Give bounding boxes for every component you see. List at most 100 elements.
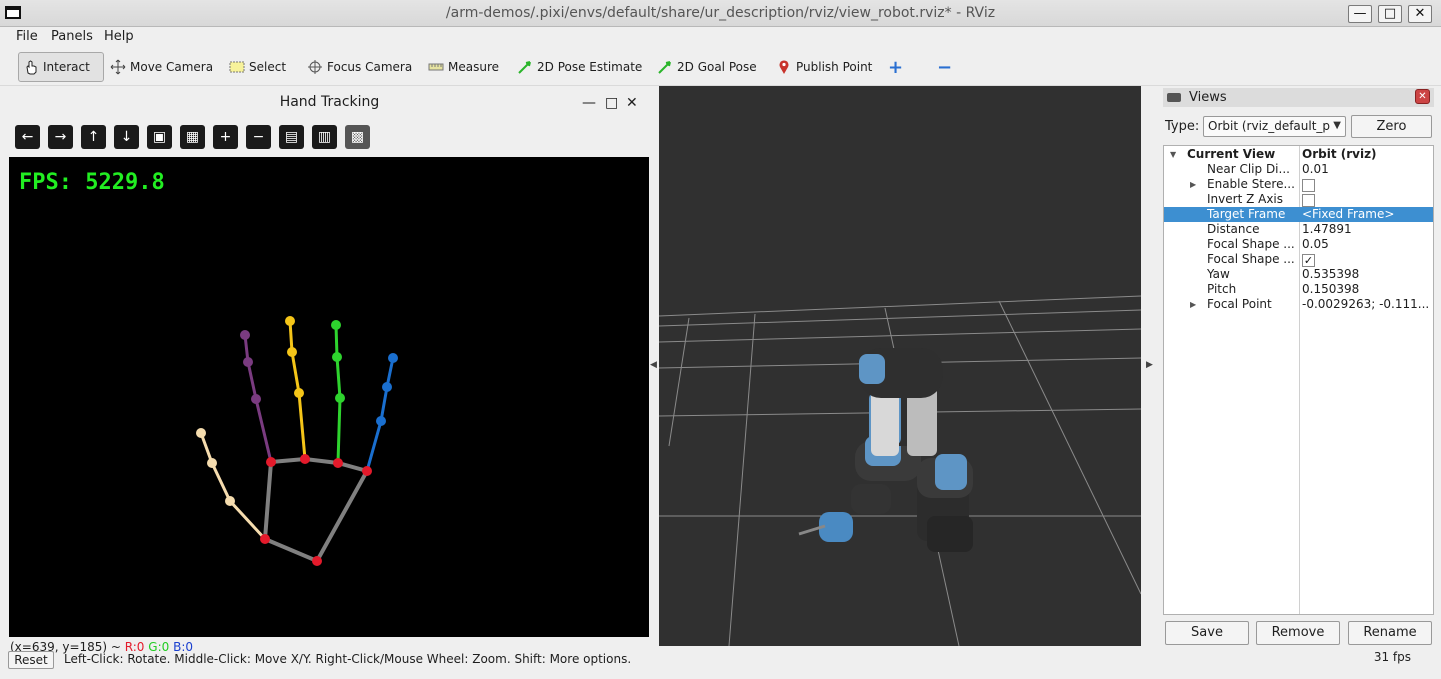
- hand-tracking-image[interactable]: FPS: 5229.8: [9, 157, 649, 637]
- goal-pose-tool[interactable]: 2D Goal Pose: [653, 52, 761, 82]
- checkbox-checked[interactable]: ✓: [1302, 253, 1315, 267]
- zoom-in-icon[interactable]: +: [213, 125, 238, 149]
- view-type-value: Orbit (rviz_default_p: [1208, 119, 1331, 133]
- zero-button[interactable]: Zero: [1351, 115, 1432, 138]
- menu-help[interactable]: Help: [104, 29, 134, 44]
- select-box-icon: [229, 59, 245, 75]
- view-type-select[interactable]: Orbit (rviz_default_p ▼: [1203, 116, 1346, 137]
- checkbox-unchecked[interactable]: [1302, 193, 1315, 207]
- hand-tracking-panel: Hand Tracking — □ ✕ ← → ↑ ↓ ▣ ▦ + − ▤ ▥ …: [6, 88, 653, 656]
- reset-button[interactable]: Reset: [8, 651, 54, 669]
- save-image-icon[interactable]: ▤: [279, 125, 304, 149]
- hand-panel-title: Hand Tracking: [279, 94, 380, 110]
- expand-arrow-icon[interactable]: ▶: [1190, 177, 1196, 192]
- 3d-viewport[interactable]: [658, 86, 1142, 647]
- measure-tool[interactable]: Measure: [424, 52, 503, 82]
- property-value[interactable]: ✓: [1302, 252, 1434, 267]
- ruler-icon: [428, 59, 444, 75]
- view-type-label: Type:: [1165, 119, 1200, 134]
- property-row[interactable]: ▶ Enable Stere...: [1164, 177, 1433, 192]
- property-value[interactable]: -0.0029263; -0.111...: [1302, 297, 1434, 312]
- pan-right-icon[interactable]: →: [48, 125, 73, 149]
- zoom-out-icon[interactable]: −: [246, 125, 271, 149]
- image-search-icon[interactable]: ▦: [180, 125, 205, 149]
- property-value[interactable]: 0.535398: [1302, 267, 1434, 282]
- window-titlebar: /arm-demos/.pixi/envs/default/share/ur_d…: [0, 0, 1441, 27]
- maximize-button[interactable]: □: [1378, 5, 1402, 23]
- views-panel: Views ✕ Type: Orbit (rviz_default_p ▼ Ze…: [1163, 88, 1434, 646]
- property-row[interactable]: ▼ Current View Orbit (rviz): [1164, 147, 1433, 162]
- clipboard-icon[interactable]: ▥: [312, 125, 337, 149]
- collapse-arrow-icon[interactable]: ▼: [1170, 147, 1176, 162]
- remove-tool-button[interactable]: −: [933, 52, 956, 82]
- select-tool[interactable]: Select: [225, 52, 290, 82]
- property-row[interactable]: Focal Shape ... ✓: [1164, 252, 1433, 267]
- image-icon[interactable]: ▣: [147, 125, 172, 149]
- property-name: Yaw: [1207, 267, 1230, 281]
- palm-lines: [263, 456, 370, 564]
- interact-label: Interact: [43, 60, 90, 74]
- goal-pose-label: 2D Goal Pose: [677, 60, 757, 74]
- property-value[interactable]: <Fixed Frame>: [1302, 207, 1434, 222]
- properties-icon[interactable]: ▩: [345, 125, 370, 149]
- checkbox-unchecked[interactable]: [1302, 178, 1315, 192]
- menu-panels[interactable]: Panels: [51, 29, 93, 44]
- property-value[interactable]: 1.47891: [1302, 222, 1434, 237]
- chevron-down-icon: ▼: [1333, 120, 1341, 131]
- property-value[interactable]: 0.150398: [1302, 282, 1434, 297]
- hand-pointer-icon: [23, 59, 39, 75]
- property-row[interactable]: Yaw 0.535398: [1164, 267, 1433, 282]
- menubar: File Panels Help: [0, 27, 1441, 48]
- pose-estimate-tool[interactable]: 2D Pose Estimate: [513, 52, 646, 82]
- property-row[interactable]: Near Clip Di... 0.01: [1164, 162, 1433, 177]
- map-pin-icon: [776, 59, 792, 75]
- pan-up-icon[interactable]: ↑: [81, 125, 106, 149]
- joint-markers: [196, 316, 398, 566]
- expand-arrow-icon[interactable]: ▶: [1190, 297, 1196, 312]
- publish-point-tool[interactable]: Publish Point: [772, 52, 876, 82]
- fps-readout: FPS: 5229.8: [19, 170, 165, 195]
- views-close-icon[interactable]: ✕: [1415, 89, 1430, 104]
- property-row[interactable]: Pitch 0.150398: [1164, 282, 1433, 297]
- move-camera-tool[interactable]: Move Camera: [106, 52, 217, 82]
- right-splitter-handle[interactable]: ▶: [1146, 360, 1153, 370]
- left-splitter-handle[interactable]: ◀: [650, 360, 657, 370]
- menu-file[interactable]: File: [16, 29, 38, 44]
- property-value[interactable]: 0.01: [1302, 162, 1434, 177]
- close-window-button[interactable]: ✕: [1408, 5, 1432, 23]
- property-row[interactable]: Distance 1.47891: [1164, 222, 1433, 237]
- window-title: /arm-demos/.pixi/envs/default/share/ur_d…: [445, 5, 996, 21]
- property-name: Near Clip Di...: [1207, 162, 1290, 176]
- remove-view-button[interactable]: Remove: [1256, 621, 1340, 645]
- property-value[interactable]: Orbit (rviz): [1302, 147, 1434, 162]
- hand-panel-minimize[interactable]: —: [582, 95, 596, 111]
- pan-down-icon[interactable]: ↓: [114, 125, 139, 149]
- property-value[interactable]: [1302, 177, 1434, 192]
- pan-left-icon[interactable]: ←: [15, 125, 40, 149]
- select-label: Select: [249, 60, 287, 74]
- rename-view-button[interactable]: Rename: [1348, 621, 1432, 645]
- thumb-line: [199, 431, 267, 541]
- property-row[interactable]: Focal Shape ... 0.05: [1164, 237, 1433, 252]
- focus-camera-tool[interactable]: Focus Camera: [303, 52, 416, 82]
- measure-label: Measure: [448, 60, 499, 74]
- move-camera-label: Move Camera: [130, 60, 214, 74]
- property-row[interactable]: ▶ Focal Point -0.0029263; -0.111...: [1164, 297, 1433, 312]
- pose-estimate-label: 2D Pose Estimate: [537, 60, 643, 74]
- add-tool-button[interactable]: +: [884, 52, 907, 82]
- interact-tool[interactable]: Interact: [18, 52, 104, 82]
- property-value[interactable]: 0.05: [1302, 237, 1434, 252]
- property-name: Current View: [1187, 147, 1276, 161]
- hand-panel-maximize[interactable]: □: [605, 95, 618, 111]
- save-view-button[interactable]: Save: [1165, 621, 1249, 645]
- property-name: Focal Shape ...: [1207, 237, 1295, 251]
- views-header: Views ✕: [1163, 88, 1434, 107]
- green-arrow-icon: [517, 59, 533, 75]
- property-row[interactable]: Target Frame <Fixed Frame>: [1164, 207, 1433, 222]
- property-name: Focal Point: [1207, 297, 1272, 311]
- property-row[interactable]: Invert Z Axis: [1164, 192, 1433, 207]
- minimize-button[interactable]: —: [1348, 5, 1372, 23]
- property-value[interactable]: [1302, 192, 1434, 207]
- status-bar: Reset Left-Click: Rotate. Middle-Click: …: [0, 648, 1441, 679]
- hand-panel-close[interactable]: ✕: [626, 95, 638, 111]
